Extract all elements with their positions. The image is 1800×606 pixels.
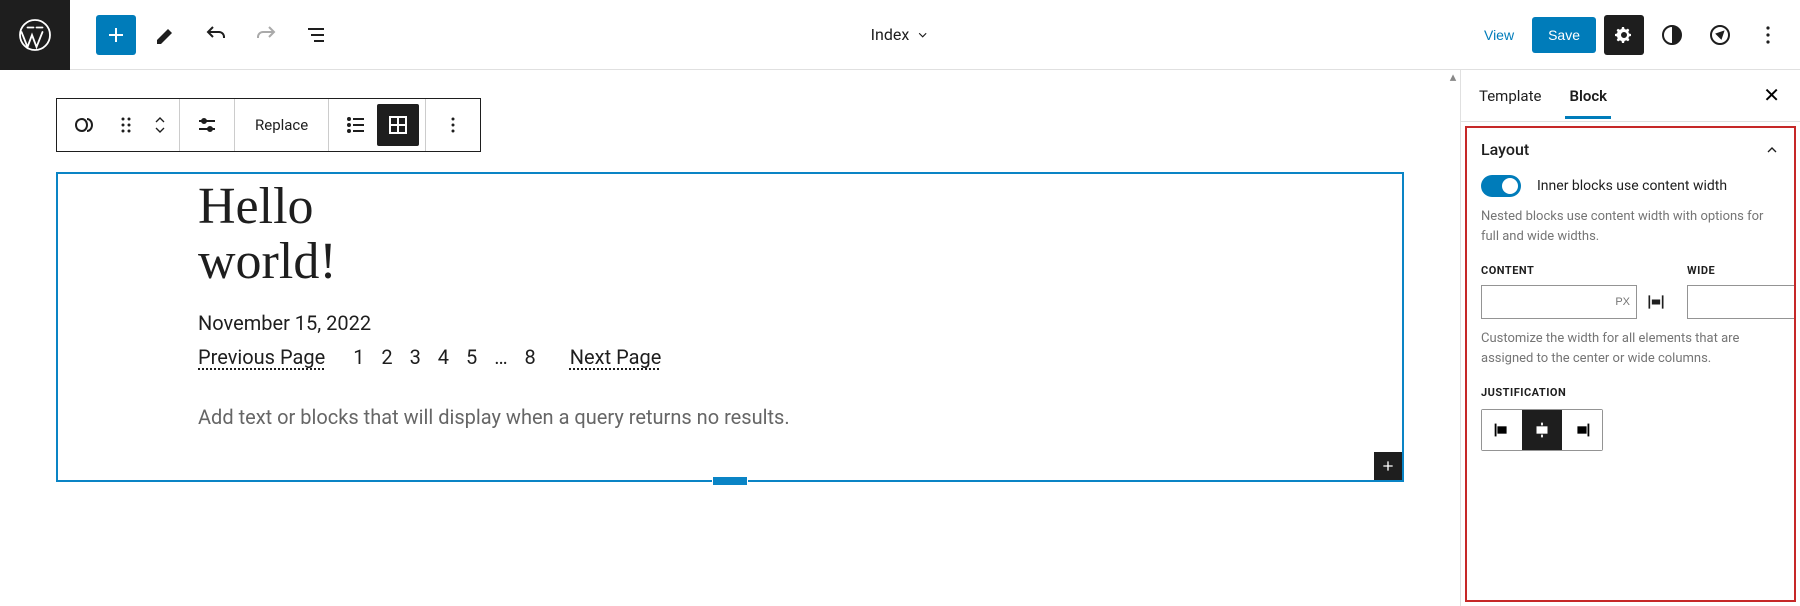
undo-icon[interactable] [196, 15, 236, 55]
block-more-icon[interactable] [432, 104, 474, 146]
block-toolbar: Replace [56, 98, 481, 152]
selected-block[interactable]: Helloworld! November 15, 2022 Previous P… [56, 172, 1404, 482]
justification-label: JUSTIFICATION [1481, 386, 1780, 399]
replace-button[interactable]: Replace [241, 116, 322, 134]
tab-template[interactable]: Template [1475, 73, 1545, 119]
add-inner-block-button[interactable] [1374, 452, 1402, 480]
chevron-up-icon [152, 115, 168, 125]
wordpress-logo[interactable] [0, 0, 70, 70]
scroll-up-hint[interactable]: ▴ [1446, 70, 1460, 84]
header-right-tools: View Save [1474, 15, 1800, 55]
content-width-label: CONTENT [1481, 264, 1667, 277]
redo-icon[interactable] [246, 15, 286, 55]
list-layout-icon[interactable] [335, 104, 377, 146]
wide-width-input[interactable] [1687, 285, 1796, 319]
grid-layout-icon[interactable] [377, 104, 419, 146]
settings-sidebar: Template Block ✕ Layout Inner blocks use… [1460, 70, 1800, 606]
layout-panel-header[interactable]: Layout [1481, 140, 1780, 159]
navigation-icon[interactable] [1700, 15, 1740, 55]
chevron-down-icon [915, 28, 929, 42]
pagination: Previous Page 1 2 3 4 5 … 8 Next Page [198, 345, 1262, 369]
edit-tool-icon[interactable] [146, 15, 186, 55]
settings-button[interactable] [1604, 15, 1644, 55]
next-page-link[interactable]: Next Page [570, 345, 662, 369]
header-left-tools [70, 15, 336, 55]
width-help: Customize the width for all elements tha… [1481, 329, 1780, 368]
justification-group [1481, 409, 1603, 451]
chevron-up-icon [1764, 142, 1780, 158]
content-width-toggle[interactable] [1481, 175, 1521, 197]
tab-block[interactable]: Block [1565, 73, 1611, 119]
document-title: Index [871, 25, 910, 44]
content-align-icon[interactable] [1645, 291, 1667, 313]
wide-width-field: WIDE [1687, 264, 1796, 319]
editor-main: ▴ Replace [0, 70, 1800, 606]
content-width-help: Nested blocks use content width with opt… [1481, 207, 1780, 246]
editor-header: Index View Save [0, 0, 1800, 70]
display-settings-icon[interactable] [186, 104, 228, 146]
page-numbers[interactable]: 1 2 3 4 5 … 8 [353, 345, 542, 369]
no-results-placeholder[interactable]: Add text or blocks that will display whe… [198, 405, 1262, 429]
move-up-down[interactable] [147, 115, 173, 135]
post-date[interactable]: November 15, 2022 [198, 311, 1262, 335]
width-inputs: CONTENT WIDE [1481, 264, 1780, 319]
wide-width-label: WIDE [1687, 264, 1796, 277]
editor-canvas: ▴ Replace [0, 70, 1460, 606]
styles-icon[interactable] [1652, 15, 1692, 55]
content-width-input[interactable] [1481, 285, 1637, 319]
close-sidebar-icon[interactable]: ✕ [1757, 82, 1786, 109]
justify-left-button[interactable] [1482, 410, 1522, 450]
save-button[interactable]: Save [1532, 17, 1596, 53]
content-width-field: CONTENT [1481, 264, 1667, 319]
add-block-button[interactable] [96, 15, 136, 55]
block-resize-handle[interactable] [712, 476, 748, 486]
justify-right-button[interactable] [1562, 410, 1602, 450]
layout-panel-title: Layout [1481, 140, 1529, 159]
content-width-toggle-row: Inner blocks use content width [1481, 175, 1780, 197]
document-title-dropdown[interactable]: Index [871, 25, 930, 44]
post-title[interactable]: Helloworld! [198, 180, 1262, 289]
drag-handle-icon[interactable] [105, 104, 147, 146]
content-width-toggle-label: Inner blocks use content width [1537, 178, 1727, 194]
previous-page-link[interactable]: Previous Page [198, 345, 325, 369]
list-view-icon[interactable] [296, 15, 336, 55]
justify-center-button[interactable] [1522, 410, 1562, 450]
more-menu-icon[interactable] [1748, 15, 1788, 55]
view-button[interactable]: View [1474, 19, 1524, 51]
layout-panel: Layout Inner blocks use content width Ne… [1465, 126, 1796, 602]
chevron-down-icon [152, 125, 168, 135]
query-loop-icon[interactable] [63, 104, 105, 146]
sidebar-tabs: Template Block ✕ [1461, 70, 1800, 122]
